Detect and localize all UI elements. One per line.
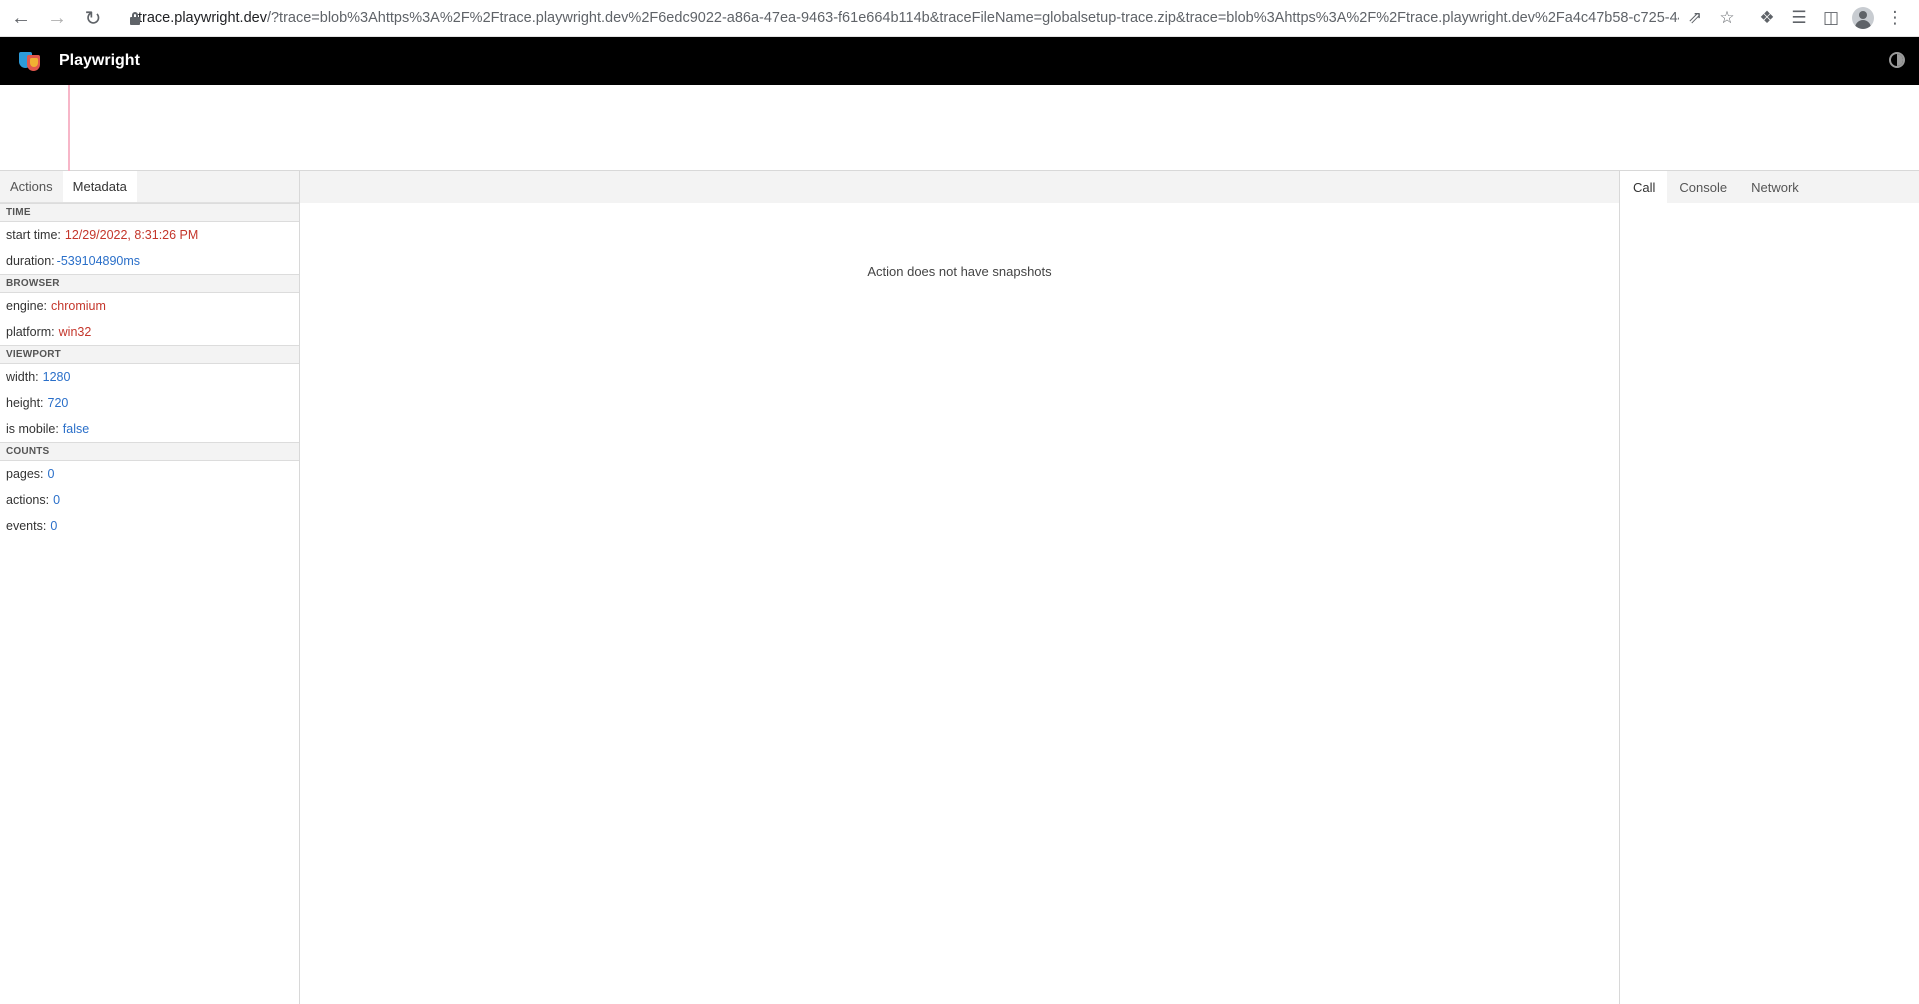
meta-value: chromium (51, 299, 106, 313)
meta-value: 0 (47, 467, 55, 481)
profile-button[interactable] (1847, 3, 1879, 33)
meta-row-duration: duration: -539104890ms (0, 248, 299, 274)
sidebar-tabbar: Actions Metadata (0, 171, 299, 203)
meta-label: engine: (6, 299, 48, 313)
meta-value: 720 (47, 396, 69, 410)
meta-row-width: width: 1280 (0, 364, 299, 390)
section-header-browser: BROWSER (0, 274, 299, 293)
tab-console[interactable]: Console (1667, 171, 1739, 203)
sidebar: Actions Metadata TIME start time: 12/29/… (0, 171, 300, 1004)
url-host: trace.playwright.dev (138, 10, 267, 26)
meta-row-engine: engine: chromium (0, 293, 299, 319)
url-path: /?trace=blob%3Ahttps%3A%2F%2Ftrace.playw… (266, 10, 1679, 26)
tab-network[interactable]: Network (1739, 171, 1811, 203)
tab-metadata[interactable]: Metadata (62, 171, 137, 202)
reload-button[interactable]: ↻ (78, 3, 108, 33)
arrow-right-icon: → (47, 6, 67, 29)
browser-actions: ⇗ ☆ ❖ ☰ ◫ ⋮ (1679, 3, 1911, 33)
tab-call[interactable]: Call (1621, 171, 1668, 203)
meta-row-pages: pages: 0 (0, 461, 299, 487)
share-icon[interactable]: ⇗ (1679, 3, 1711, 33)
app-title: Playwright (59, 52, 140, 69)
back-button[interactable]: ← (6, 3, 36, 33)
arrow-left-icon: ← (11, 6, 31, 29)
reload-icon: ↻ (84, 7, 102, 30)
meta-label: start time: (6, 228, 61, 242)
meta-label: width: (6, 370, 39, 384)
details-panel: Call Console Network (1621, 171, 1919, 1004)
star-icon[interactable]: ☆ (1711, 3, 1743, 33)
meta-row-is-mobile: is mobile: false (0, 416, 299, 442)
section-header-viewport: VIEWPORT (0, 345, 299, 364)
meta-value: 1280 (42, 370, 71, 384)
address-bar[interactable]: trace.playwright.dev/?trace=blob%3Ahttps… (118, 3, 1679, 33)
theme-toggle-icon[interactable] (1889, 52, 1905, 68)
section-header-time: TIME (0, 203, 299, 222)
forward-button[interactable]: → (42, 3, 72, 33)
tab-actions[interactable]: Actions (0, 171, 63, 202)
meta-row-start-time: start time: 12/29/2022, 8:31:26 PM (0, 222, 299, 248)
kebab-menu-icon[interactable]: ⋮ (1879, 3, 1911, 33)
meta-row-events: events: 0 (0, 513, 299, 539)
meta-label: is mobile: (6, 422, 59, 436)
app-header: Playwright (0, 37, 1919, 85)
puzzle-icon[interactable]: ❖ (1751, 3, 1783, 33)
snapshot-tabbar (300, 171, 1619, 203)
meta-row-platform: platform: win32 (0, 319, 299, 345)
meta-label: duration: (6, 254, 55, 268)
meta-label: events: (6, 519, 47, 533)
details-tabbar: Call Console Network (1621, 171, 1919, 203)
empty-snapshot-message: Action does not have snapshots (867, 264, 1052, 279)
timeline-marker (68, 85, 70, 171)
meta-value: -539104890ms (56, 254, 141, 268)
meta-value: win32 (58, 325, 92, 339)
meta-label: height: (6, 396, 44, 410)
meta-value: 0 (50, 519, 58, 533)
timeline[interactable] (0, 85, 1919, 171)
snapshot-panel: Action does not have snapshots (300, 171, 1620, 1004)
meta-value: 12/29/2022, 8:31:26 PM (64, 228, 199, 242)
meta-value: 0 (53, 493, 61, 507)
meta-label: pages: (6, 467, 44, 481)
app-root: ← → ↻ trace.playwright.dev/?trace=blob%3… (0, 0, 1919, 1004)
section-header-counts: COUNTS (0, 442, 299, 461)
playwright-logo (19, 50, 41, 72)
browser-toolbar: ← → ↻ trace.playwright.dev/?trace=blob%3… (0, 0, 1919, 37)
side-panel-icon[interactable]: ◫ (1815, 3, 1847, 33)
meta-value: false (62, 422, 90, 436)
meta-label: actions: (6, 493, 50, 507)
meta-row-actions: actions: 0 (0, 487, 299, 513)
meta-row-height: height: 720 (0, 390, 299, 416)
avatar-icon (1852, 7, 1874, 29)
media-queue-icon[interactable]: ☰ (1783, 3, 1815, 33)
meta-label: platform: (6, 325, 55, 339)
